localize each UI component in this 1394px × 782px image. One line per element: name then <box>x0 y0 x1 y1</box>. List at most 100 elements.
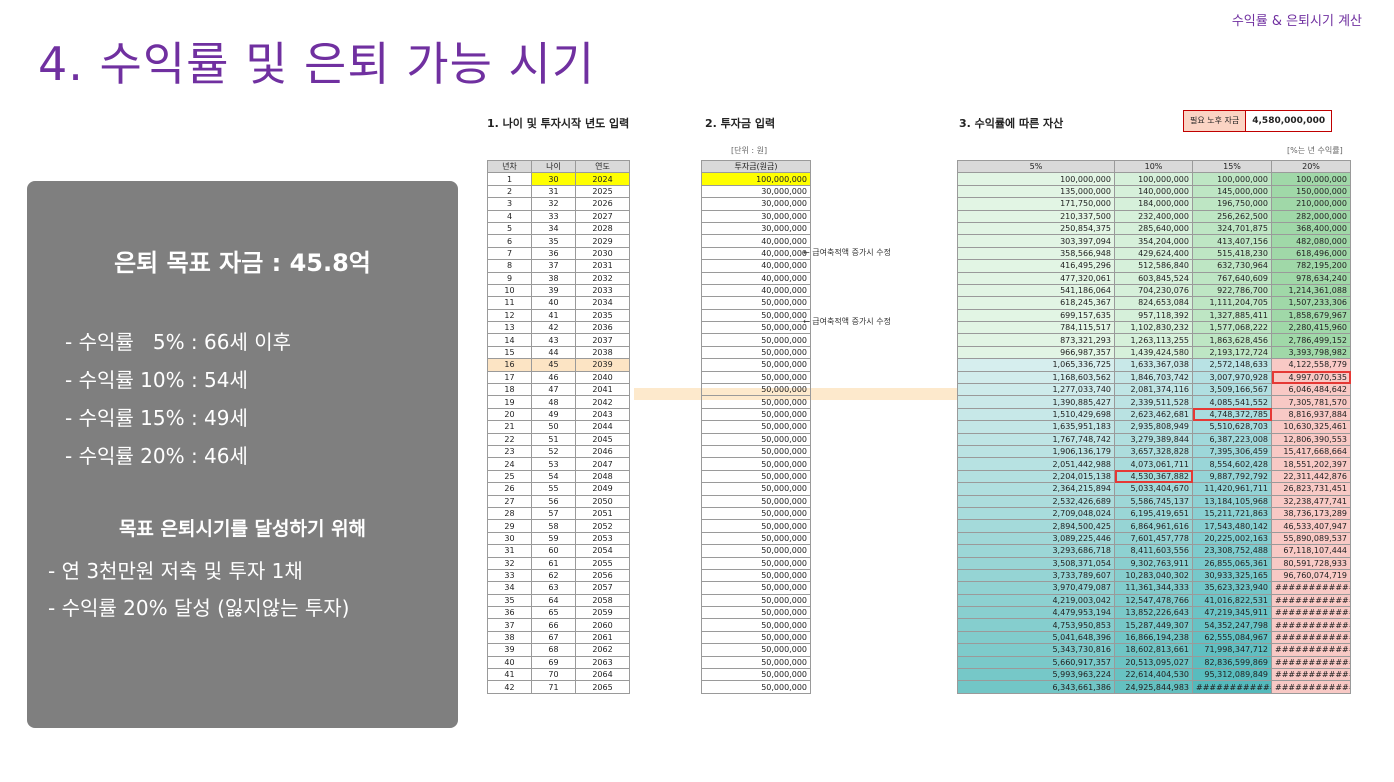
cell-asset-value[interactable]: 1,168,603,562 <box>957 370 1115 385</box>
cell-investment[interactable]: 50,000,000 <box>701 519 811 533</box>
cell-age[interactable]: 30 <box>531 172 576 186</box>
cell-asset-value[interactable]: 38,736,173,289 <box>1271 506 1351 521</box>
cell-age[interactable]: 37 <box>531 259 576 273</box>
cell-asset-value[interactable]: 603,845,524 <box>1114 271 1193 285</box>
cell-investment[interactable]: 40,000,000 <box>701 246 811 261</box>
cell-year-index[interactable]: 3 <box>487 197 532 211</box>
cell-year-index[interactable]: 24 <box>487 457 532 471</box>
cell-asset-value[interactable]: 966,987,357 <box>957 345 1115 360</box>
cell-asset-value[interactable]: 100,000,000 <box>1192 172 1272 186</box>
cell-year[interactable]: 2058 <box>575 593 630 608</box>
cell-year-index[interactable]: 26 <box>487 482 532 496</box>
cell-asset-value[interactable]: ############ <box>1271 593 1351 608</box>
cell-age[interactable]: 68 <box>531 643 576 657</box>
cell-asset-value[interactable]: 6,046,484,642 <box>1271 383 1351 397</box>
cell-age[interactable]: 34 <box>531 221 576 236</box>
cell-asset-value[interactable]: 250,854,375 <box>957 221 1115 236</box>
cell-asset-value[interactable]: 35,623,323,940 <box>1192 581 1272 595</box>
cell-year-index[interactable]: 2 <box>487 184 532 199</box>
cell-year-index[interactable]: 41 <box>487 667 532 682</box>
cell-year[interactable]: 2046 <box>575 444 630 459</box>
cell-year[interactable]: 2041 <box>575 383 630 397</box>
cell-asset-value[interactable]: 2,935,808,949 <box>1114 420 1193 434</box>
cell-year[interactable]: 2027 <box>575 209 630 223</box>
cell-asset-value[interactable]: 5,510,628,703 <box>1192 420 1272 434</box>
cell-investment[interactable]: 50,000,000 <box>701 469 811 484</box>
cell-age[interactable]: 57 <box>531 506 576 521</box>
cell-asset-value[interactable]: 96,760,074,719 <box>1271 568 1351 583</box>
cell-asset-value[interactable]: 7,395,306,459 <box>1192 444 1272 459</box>
cell-asset-value[interactable]: ############ <box>1271 667 1351 682</box>
cell-year-index[interactable]: 9 <box>487 271 532 285</box>
cell-age[interactable]: 39 <box>531 283 576 298</box>
cell-asset-value[interactable]: 2,894,500,425 <box>957 519 1115 533</box>
cell-asset-value[interactable]: 2,193,172,724 <box>1192 345 1272 360</box>
cell-asset-value[interactable]: 1,577,068,222 <box>1192 321 1272 335</box>
cell-asset-value[interactable]: 324,701,875 <box>1192 221 1272 236</box>
cell-asset-value[interactable]: 1,065,336,725 <box>957 358 1115 372</box>
cell-age[interactable]: 33 <box>531 209 576 223</box>
cell-asset-value[interactable]: 1,102,830,232 <box>1114 321 1193 335</box>
cell-asset-value[interactable]: ############ <box>1271 618 1351 632</box>
cell-investment[interactable]: 50,000,000 <box>701 568 811 583</box>
cell-year[interactable]: 2032 <box>575 271 630 285</box>
cell-asset-value[interactable]: 416,495,296 <box>957 259 1115 273</box>
cell-asset-value[interactable]: 3,733,789,607 <box>957 568 1115 583</box>
cell-age[interactable]: 64 <box>531 593 576 608</box>
cell-investment[interactable]: 30,000,000 <box>701 209 811 223</box>
cell-age[interactable]: 50 <box>531 420 576 434</box>
cell-age[interactable]: 61 <box>531 556 576 570</box>
cell-asset-value[interactable]: 824,653,084 <box>1114 296 1193 310</box>
cell-asset-value[interactable]: 354,204,000 <box>1114 234 1193 248</box>
cell-asset-value[interactable]: ############ <box>1271 630 1351 645</box>
cell-year-index[interactable]: 42 <box>487 680 532 694</box>
cell-year[interactable]: 2063 <box>575 655 630 670</box>
cell-asset-value[interactable]: 2,532,426,689 <box>957 494 1115 508</box>
cell-year-index[interactable]: 33 <box>487 568 532 583</box>
cell-investment[interactable]: 30,000,000 <box>701 184 811 199</box>
cell-investment[interactable]: 30,000,000 <box>701 221 811 236</box>
cell-asset-value[interactable]: 1,906,136,179 <box>957 444 1115 459</box>
cell-age[interactable]: 67 <box>531 630 576 645</box>
cell-asset-value[interactable]: 303,397,094 <box>957 234 1115 248</box>
cell-age[interactable]: 38 <box>531 271 576 285</box>
cell-asset-value[interactable]: 2,339,511,528 <box>1114 395 1193 409</box>
cell-year-index[interactable]: 19 <box>487 395 532 409</box>
cell-investment[interactable]: 50,000,000 <box>701 680 811 694</box>
cell-year[interactable]: 2045 <box>575 432 630 447</box>
cell-age[interactable]: 58 <box>531 519 576 533</box>
cell-year-index[interactable]: 13 <box>487 321 532 335</box>
cell-asset-value[interactable]: 150,000,000 <box>1271 184 1351 199</box>
cell-asset-value[interactable]: 20,225,002,163 <box>1192 531 1272 546</box>
cell-asset-value[interactable]: 5,033,404,670 <box>1114 482 1193 496</box>
cell-asset-value[interactable]: 3,089,225,446 <box>957 531 1115 546</box>
cell-asset-value[interactable]: 1,327,885,411 <box>1192 308 1272 323</box>
cell-investment[interactable]: 50,000,000 <box>701 333 811 347</box>
cell-age[interactable]: 48 <box>531 395 576 409</box>
cell-asset-value[interactable]: 82,836,599,869 <box>1192 655 1272 670</box>
cell-asset-value[interactable]: 196,750,000 <box>1192 197 1272 211</box>
cell-asset-value[interactable]: 767,640,609 <box>1192 271 1272 285</box>
cell-investment[interactable]: 50,000,000 <box>701 667 811 682</box>
cell-year[interactable]: 2025 <box>575 184 630 199</box>
cell-asset-value[interactable]: 1,111,204,705 <box>1192 296 1272 310</box>
cell-asset-value[interactable]: 4,753,950,853 <box>957 618 1115 632</box>
cell-asset-value[interactable]: 5,041,648,396 <box>957 630 1115 645</box>
cell-asset-value[interactable]: 41,016,822,531 <box>1192 593 1272 608</box>
cell-asset-value[interactable]: 1,767,748,742 <box>957 432 1115 447</box>
cell-asset-value[interactable]: 477,320,061 <box>957 271 1115 285</box>
cell-age[interactable]: 36 <box>531 246 576 261</box>
cell-asset-value[interactable]: 285,640,000 <box>1114 221 1193 236</box>
cell-asset-value[interactable]: 9,887,792,792 <box>1192 469 1272 484</box>
cell-investment[interactable]: 50,000,000 <box>701 321 811 335</box>
cell-asset-value[interactable]: 358,566,948 <box>957 246 1115 261</box>
cell-year-index[interactable]: 1 <box>487 172 532 186</box>
cell-asset-value[interactable]: 1,214,361,088 <box>1271 283 1351 298</box>
cell-asset-value[interactable]: 18,551,202,397 <box>1271 457 1351 471</box>
cell-year-index[interactable]: 22 <box>487 432 532 447</box>
cell-asset-value[interactable]: 171,750,000 <box>957 197 1115 211</box>
cell-age[interactable]: 70 <box>531 667 576 682</box>
cell-year[interactable]: 2056 <box>575 568 630 583</box>
cell-year-index[interactable]: 28 <box>487 506 532 521</box>
cell-asset-value[interactable]: 20,513,095,027 <box>1114 655 1193 670</box>
